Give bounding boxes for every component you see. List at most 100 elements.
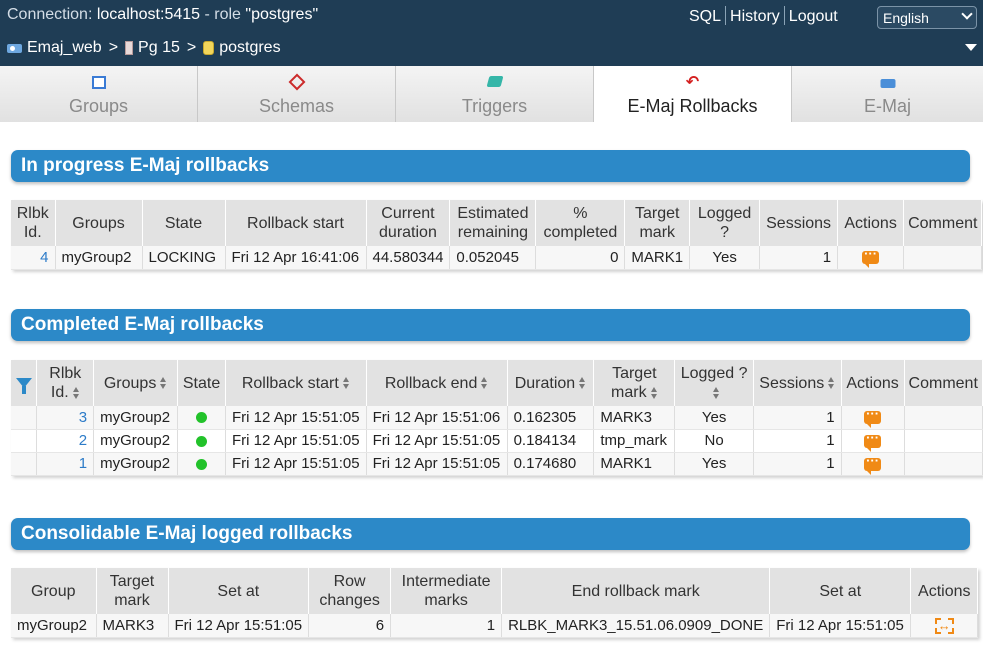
comment-icon[interactable] xyxy=(864,406,882,429)
schemas-icon xyxy=(288,73,305,91)
actions-cell xyxy=(837,246,905,270)
language-select[interactable]: English xyxy=(877,6,977,29)
col-label: Groups xyxy=(103,374,157,392)
end-cell: Fri 12 Apr 15:51:05 xyxy=(366,452,508,476)
sort-icon xyxy=(650,386,658,399)
col-end-rollback-mark: End rollback mark xyxy=(501,568,771,614)
breadcrumb-server[interactable]: Pg 15 xyxy=(138,39,180,57)
tab-emaj-rollbacks[interactable]: ↶ E-Maj Rollbacks xyxy=(594,66,792,122)
comment-cell xyxy=(903,246,983,270)
collapse-toggle-icon[interactable] xyxy=(965,44,977,51)
emaj-icon xyxy=(7,43,22,53)
col-label: Rollback end xyxy=(384,374,478,392)
link-separator xyxy=(783,6,785,25)
groups-cell: myGroup2 xyxy=(55,246,143,270)
col-sessions: Sessions xyxy=(759,200,839,246)
col-duration[interactable]: Duration xyxy=(507,360,595,406)
rollback-icon: ↶ xyxy=(685,74,700,91)
duration-cell: 0.184134 xyxy=(507,429,595,453)
start-cell: Fri 12 Apr 15:51:05 xyxy=(225,452,367,476)
section-in-progress-title: In progress E-Maj rollbacks xyxy=(11,150,970,182)
connection-info: Connection: localhost:5415 - role "postg… xyxy=(7,6,318,24)
tab-emaj[interactable]: E-Maj xyxy=(792,66,983,122)
rlbk-id-link[interactable]: 4 xyxy=(11,246,56,270)
logged-cell: Yes xyxy=(689,246,761,270)
groups-icon xyxy=(91,76,106,89)
col-target-mark: Target mark xyxy=(96,568,169,614)
mark-cell: MARK1 xyxy=(593,452,676,476)
col-groups[interactable]: Groups xyxy=(93,360,179,406)
comment-icon[interactable] xyxy=(864,453,882,475)
rlbk-id-link[interactable]: 3 xyxy=(36,406,95,430)
end-cell: Fri 12 Apr 15:51:06 xyxy=(366,406,508,430)
col-state: State xyxy=(177,360,227,406)
in-progress-table: Rlbk Id. Groups State Rollback start Cur… xyxy=(11,200,983,270)
comment-cell xyxy=(904,452,983,476)
duration-cell: 0.162305 xyxy=(507,406,595,430)
end-rollback-mark-cell: RLBK_MARK3_15.51.06.0909_DONE xyxy=(501,614,771,638)
tab-label: Groups xyxy=(68,96,129,116)
filter-icon[interactable] xyxy=(15,378,32,395)
tab-label: Schemas xyxy=(258,96,335,116)
consolidate-icon[interactable]: ↔ xyxy=(934,617,954,634)
section-consolidable-title: Consolidable E-Maj logged rollbacks xyxy=(11,518,970,550)
sessions-cell: 1 xyxy=(753,452,842,476)
col-sessions[interactable]: Sessions xyxy=(753,360,842,406)
mark-cell: MARK1 xyxy=(624,246,691,270)
filter-cell xyxy=(11,452,38,476)
end-cell: Fri 12 Apr 15:51:05 xyxy=(366,429,508,453)
tab-label: E-Maj Rollbacks xyxy=(627,96,758,116)
col-state: State xyxy=(142,200,226,246)
col-rollback-start: Rollback start xyxy=(225,200,367,246)
logged-cell: No xyxy=(674,429,754,453)
tab-schemas[interactable]: Schemas xyxy=(198,66,396,122)
breadcrumb: Emaj_web > Pg 15 > postgres xyxy=(7,39,281,57)
breadcrumb-database[interactable]: postgres xyxy=(219,39,280,57)
table-row: 2 myGroup2 Fri 12 Apr 15:51:05 Fri 12 Ap… xyxy=(11,429,983,453)
duration-cell: 44.580344 xyxy=(366,246,451,270)
breadcrumb-emaj-web[interactable]: Emaj_web xyxy=(27,39,102,57)
language-value: English xyxy=(883,10,929,26)
sessions-cell: 1 xyxy=(753,406,842,430)
col-groups: Groups xyxy=(55,200,143,246)
col-actions: Actions xyxy=(841,360,905,406)
col-rlbk-id: Rlbk Id. xyxy=(11,200,56,246)
sort-icon xyxy=(72,386,80,399)
logged-cell: Yes xyxy=(674,452,754,476)
sort-icon xyxy=(828,377,835,390)
end-set-at-cell: Fri 12 Apr 15:51:05 xyxy=(769,614,912,638)
start-cell: Fri 12 Apr 15:51:05 xyxy=(225,406,367,430)
row-changes-cell: 6 xyxy=(308,614,392,638)
top-links: SQL History Logout xyxy=(689,6,838,26)
col-end-set-at: Set at xyxy=(769,568,912,614)
chevron-down-icon xyxy=(961,8,973,20)
tab-groups[interactable]: Groups xyxy=(0,66,198,122)
connection-host: localhost:5415 xyxy=(96,6,201,23)
comment-icon[interactable] xyxy=(862,246,880,269)
col-logged: Logged ? xyxy=(689,200,761,246)
col-target-mark[interactable]: Target mark xyxy=(593,360,676,406)
triggers-icon xyxy=(486,76,503,87)
actions-cell xyxy=(841,406,905,430)
table-header-row: Group Target mark Set at Row changes Int… xyxy=(11,568,979,614)
sort-icon xyxy=(579,377,586,390)
col-rollback-start[interactable]: Rollback start xyxy=(225,360,367,406)
actions-cell xyxy=(841,429,905,453)
start-cell: Fri 12 Apr 15:51:05 xyxy=(225,429,367,453)
history-link[interactable]: History xyxy=(730,8,780,25)
sql-link[interactable]: SQL xyxy=(689,8,721,25)
comment-icon[interactable] xyxy=(864,430,882,452)
col-rlbk-id[interactable]: Rlbk Id. xyxy=(36,360,95,406)
col-logged[interactable]: Logged ? xyxy=(674,360,754,406)
col-actions: Actions xyxy=(910,568,979,614)
col-rollback-end[interactable]: Rollback end xyxy=(366,360,508,406)
tab-triggers[interactable]: Triggers xyxy=(396,66,594,122)
logout-link[interactable]: Logout xyxy=(789,8,838,25)
rlbk-id-link[interactable]: 2 xyxy=(36,429,95,453)
table-header-row: Rlbk Id. Groups State Rollback start Cur… xyxy=(11,200,983,246)
sort-icon xyxy=(481,377,488,390)
rlbk-id-link[interactable]: 1 xyxy=(36,452,95,476)
top-bar: Connection: localhost:5415 - role "postg… xyxy=(0,0,983,66)
sessions-cell: 1 xyxy=(759,246,839,270)
table-row: 4 myGroup2 LOCKING Fri 12 Apr 16:41:06 4… xyxy=(11,246,983,270)
